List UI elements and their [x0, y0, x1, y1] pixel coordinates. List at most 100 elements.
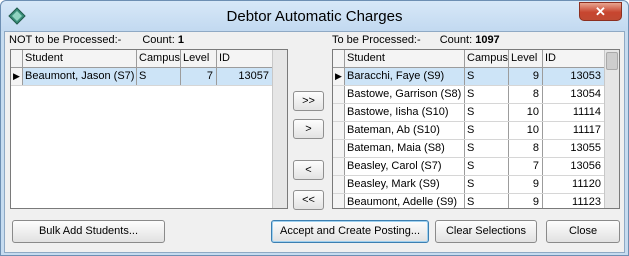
- cell-student[interactable]: Bateman, Ab (S10): [345, 122, 465, 139]
- move-right-button[interactable]: >: [293, 119, 324, 139]
- left-grid-scrollbar[interactable]: [272, 50, 287, 208]
- title-bar[interactable]: Debtor Automatic Charges ✕: [1, 1, 628, 31]
- row-indicator[interactable]: [333, 86, 345, 103]
- current-row-arrow-icon: ▶: [335, 71, 342, 81]
- row-indicator[interactable]: [333, 176, 345, 193]
- not-processed-grid[interactable]: Student Campus Level ID ▶ Beaumont, Jason…: [10, 49, 288, 209]
- cell-level[interactable]: 9: [509, 176, 543, 193]
- cell-level[interactable]: 7: [181, 68, 217, 85]
- dialog-body: NOT to be Processed:- Count: 1 Student C…: [4, 31, 625, 253]
- right-count-value: 1097: [475, 34, 500, 46]
- cell-student[interactable]: Baracchi, Faye (S9): [345, 68, 465, 85]
- move-all-left-button[interactable]: <<: [293, 190, 324, 210]
- table-row[interactable]: Bateman, Maia (S8) S 8 13055: [333, 140, 605, 158]
- column-header-student[interactable]: Student: [23, 50, 137, 67]
- current-row-arrow-icon: ▶: [13, 71, 20, 81]
- close-icon: ✕: [595, 4, 606, 19]
- clear-selections-button[interactable]: Clear Selections: [435, 220, 537, 243]
- cell-student[interactable]: Beasley, Carol (S7): [345, 158, 465, 175]
- cell-id[interactable]: 11117: [543, 122, 605, 139]
- left-panel-label: NOT to be Processed:-: [9, 34, 122, 46]
- row-cells: Beaumont, Adelle (S9) S 9 11123: [345, 194, 605, 208]
- row-indicator[interactable]: [333, 122, 345, 139]
- cell-campus[interactable]: S: [465, 86, 509, 103]
- row-cells: Bastowe, Garrison (S8) S 8 13054: [345, 86, 605, 103]
- left-count-label: Count:: [142, 34, 175, 46]
- cell-student[interactable]: Beaumont, Adelle (S9): [345, 194, 465, 208]
- cell-id[interactable]: 13054: [543, 86, 605, 103]
- right-count-label: Count:: [439, 34, 473, 46]
- table-row[interactable]: Beasley, Carol (S7) S 7 13056: [333, 158, 605, 176]
- grid-header: Student Campus Level ID: [333, 50, 605, 68]
- cell-id[interactable]: 13053: [543, 68, 605, 85]
- row-indicator[interactable]: [333, 140, 345, 157]
- row-cells: Beasley, Carol (S7) S 7 13056: [345, 158, 605, 175]
- right-grid-scrollbar[interactable]: [604, 50, 619, 208]
- cell-id[interactable]: 11114: [543, 104, 605, 121]
- table-row[interactable]: Beasley, Mark (S9) S 9 11120: [333, 176, 605, 194]
- row-indicator[interactable]: [333, 194, 345, 208]
- move-all-right-button[interactable]: >>: [293, 91, 324, 111]
- cell-id[interactable]: 13055: [543, 140, 605, 157]
- cell-id[interactable]: 11123: [543, 194, 605, 208]
- table-row[interactable]: ▶ Beaumont, Jason (S7) S 7 13057: [11, 68, 273, 86]
- cell-id[interactable]: 11120: [543, 176, 605, 193]
- cell-campus[interactable]: S: [465, 158, 509, 175]
- cell-student[interactable]: Beaumont, Jason (S7): [23, 68, 137, 85]
- cell-campus[interactable]: S: [465, 68, 509, 85]
- cell-student[interactable]: Bateman, Maia (S8): [345, 140, 465, 157]
- row-cells: Beaumont, Jason (S7) S 7 13057: [23, 68, 273, 85]
- column-header-campus[interactable]: Campus: [137, 50, 181, 67]
- cell-level[interactable]: 10: [509, 122, 543, 139]
- cell-id[interactable]: 13057: [217, 68, 273, 85]
- cell-campus[interactable]: S: [137, 68, 181, 85]
- row-indicator[interactable]: ▶: [333, 68, 345, 85]
- close-button[interactable]: Close: [546, 220, 620, 243]
- cell-campus[interactable]: S: [465, 104, 509, 121]
- column-header-student[interactable]: Student: [345, 50, 465, 67]
- grid-header: Student Campus Level ID: [11, 50, 273, 68]
- right-panel-header: To be Processed:- Count: 1097: [332, 34, 500, 46]
- left-count-value: 1: [177, 34, 184, 46]
- cell-level[interactable]: 8: [509, 86, 543, 103]
- cell-campus[interactable]: S: [465, 194, 509, 208]
- table-row[interactable]: Bateman, Ab (S10) S 10 11117: [333, 122, 605, 140]
- row-cells: Baracchi, Faye (S9) S 9 13053: [345, 68, 605, 85]
- row-indicator[interactable]: ▶: [11, 68, 23, 85]
- cell-id[interactable]: 13056: [543, 158, 605, 175]
- move-left-button[interactable]: <: [293, 160, 324, 180]
- window-close-button[interactable]: ✕: [579, 2, 622, 21]
- row-cells: Beasley, Mark (S9) S 9 11120: [345, 176, 605, 193]
- column-header-level[interactable]: Level: [509, 50, 543, 67]
- bulk-add-students-button[interactable]: Bulk Add Students...: [12, 220, 165, 243]
- table-row[interactable]: Bastowe, Garrison (S8) S 8 13054: [333, 86, 605, 104]
- table-row[interactable]: ▶ Baracchi, Faye (S9) S 9 13053: [333, 68, 605, 86]
- accept-and-create-posting-button[interactable]: Accept and Create Posting...: [271, 220, 429, 243]
- table-row[interactable]: Bastowe, Iisha (S10) S 10 11114: [333, 104, 605, 122]
- header-indicator: [11, 50, 23, 67]
- cell-student[interactable]: Beasley, Mark (S9): [345, 176, 465, 193]
- cell-student[interactable]: Bastowe, Iisha (S10): [345, 104, 465, 121]
- row-cells: Bateman, Maia (S8) S 8 13055: [345, 140, 605, 157]
- cell-campus[interactable]: S: [465, 122, 509, 139]
- cell-level[interactable]: 7: [509, 158, 543, 175]
- cell-student[interactable]: Bastowe, Garrison (S8): [345, 86, 465, 103]
- column-header-campus[interactable]: Campus: [465, 50, 509, 67]
- to-be-processed-grid[interactable]: Student Campus Level ID ▶ Baracchi, Faye …: [332, 49, 620, 209]
- cell-campus[interactable]: S: [465, 140, 509, 157]
- row-indicator[interactable]: [333, 158, 345, 175]
- column-header-id[interactable]: ID: [543, 50, 605, 67]
- cell-level[interactable]: 9: [509, 194, 543, 208]
- row-cells: Bateman, Ab (S10) S 10 11117: [345, 122, 605, 139]
- cell-level[interactable]: 10: [509, 104, 543, 121]
- cell-level[interactable]: 9: [509, 68, 543, 85]
- column-header-id[interactable]: ID: [217, 50, 273, 67]
- table-row[interactable]: Beaumont, Adelle (S9) S 9 11123: [333, 194, 605, 208]
- window-title: Debtor Automatic Charges: [226, 8, 403, 25]
- cell-level[interactable]: 8: [509, 140, 543, 157]
- column-header-level[interactable]: Level: [181, 50, 217, 67]
- scrollbar-thumb[interactable]: [606, 52, 618, 70]
- debtor-automatic-charges-window: Debtor Automatic Charges ✕ NOT to be Pro…: [0, 0, 629, 256]
- row-indicator[interactable]: [333, 104, 345, 121]
- cell-campus[interactable]: S: [465, 176, 509, 193]
